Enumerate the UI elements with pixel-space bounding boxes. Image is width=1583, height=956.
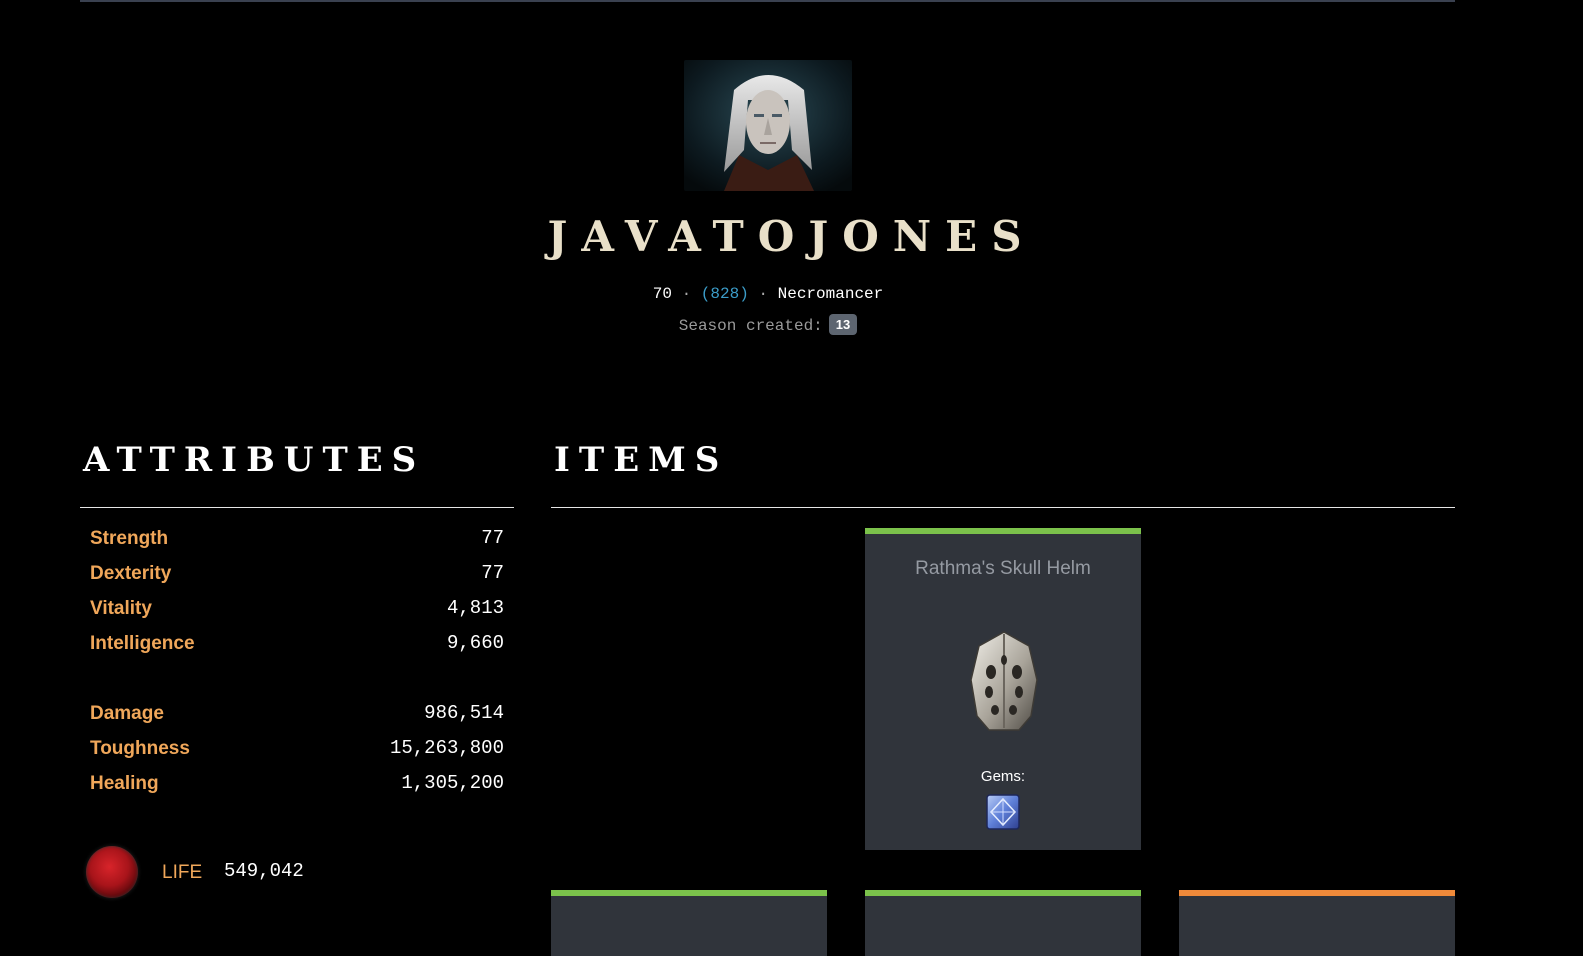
season-created: Season created: 13 xyxy=(0,314,1536,335)
life-value: 549,042 xyxy=(224,860,304,882)
hero-name: JavaToJones xyxy=(547,212,1036,261)
items-heading: Items xyxy=(554,440,729,480)
attribute-label: Toughness xyxy=(90,738,190,759)
attribute-value: 9,660 xyxy=(446,632,504,654)
hero-level: 70 xyxy=(652,285,672,303)
hero-portrait xyxy=(684,60,852,191)
hero-paragon: (828) xyxy=(700,285,749,303)
attribute-row-vitality: Vitality 4,813 xyxy=(80,594,514,629)
attribute-row-dexterity: Dexterity 77 xyxy=(80,559,514,594)
season-badge: 13 xyxy=(828,314,858,335)
life-orb-icon xyxy=(86,846,138,898)
attribute-label: Healing xyxy=(90,773,159,794)
necromancer-portrait-icon xyxy=(684,60,852,191)
attribute-row-intelligence: Intelligence 9,660 xyxy=(80,629,514,664)
item-card[interactable] xyxy=(1179,890,1455,956)
secondary-attributes: Damage 986,514 Toughness 15,263,800 Heal… xyxy=(80,699,514,804)
items-divider xyxy=(551,507,1455,508)
top-divider xyxy=(80,0,1455,2)
life-stat: LIFE 549,042 xyxy=(86,846,416,900)
separator: · xyxy=(758,285,769,303)
attributes-divider xyxy=(80,507,514,508)
attribute-value: 15,263,800 xyxy=(389,737,504,759)
life-label: LIFE xyxy=(162,862,203,883)
attribute-label: Vitality xyxy=(90,598,152,619)
primary-attributes: Strength 77 Dexterity 77 Vitality 4,813 … xyxy=(80,524,514,664)
item-card[interactable] xyxy=(551,890,827,956)
attribute-value: 986,514 xyxy=(424,702,504,724)
hero-summary: 70 · (828) · Necromancer xyxy=(0,285,1536,303)
attribute-value: 77 xyxy=(481,527,504,549)
separator: · xyxy=(681,285,692,303)
attribute-value: 77 xyxy=(481,562,504,584)
attribute-label: Strength xyxy=(90,528,169,549)
item-name[interactable]: Rathma's Skull Helm xyxy=(865,558,1141,580)
attribute-row-damage: Damage 986,514 xyxy=(80,699,514,734)
item-card-helm[interactable]: Rathma's Skull Helm Gems: xyxy=(865,528,1141,850)
attributes-heading: Attributes xyxy=(83,440,426,480)
attribute-label: Damage xyxy=(90,703,164,724)
season-label: Season created: xyxy=(678,317,823,335)
attribute-label: Intelligence xyxy=(90,633,195,654)
helm-icon[interactable] xyxy=(969,630,1039,732)
attribute-row-healing: Healing 1,305,200 xyxy=(80,769,514,804)
gems-label: Gems: xyxy=(980,768,1026,785)
attribute-value: 1,305,200 xyxy=(401,772,504,794)
attribute-value: 4,813 xyxy=(446,597,504,619)
item-card[interactable] xyxy=(865,890,1141,956)
gem-icon[interactable] xyxy=(986,794,1020,830)
attribute-row-strength: Strength 77 xyxy=(80,524,514,559)
attribute-label: Dexterity xyxy=(90,563,172,584)
attribute-row-toughness: Toughness 15,263,800 xyxy=(80,734,514,769)
hero-class: Necromancer xyxy=(777,285,884,303)
